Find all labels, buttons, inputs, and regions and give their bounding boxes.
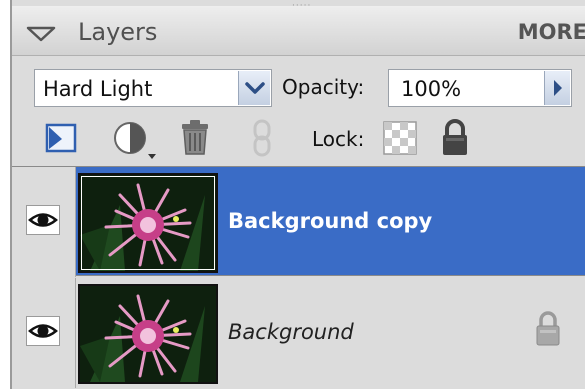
- blend-mode-select[interactable]: Hard Light: [34, 69, 272, 107]
- lock-transparency-icon[interactable]: [382, 120, 418, 156]
- panel-header: Layers MORE: [12, 6, 585, 56]
- eye-icon[interactable]: [26, 316, 60, 346]
- lock-all-icon[interactable]: [440, 118, 470, 158]
- layer-thumbnail[interactable]: [78, 284, 218, 384]
- lock-icon: [536, 311, 560, 346]
- panel-title: Layers: [78, 18, 158, 46]
- delete-layer-icon[interactable]: [178, 118, 212, 158]
- adjustment-layer-icon[interactable]: [110, 120, 158, 162]
- layer-options-bar: Hard Light Opacity: 100% Lock:: [12, 56, 585, 166]
- collapse-triangle-icon[interactable]: [26, 26, 56, 42]
- lock-label: Lock:: [312, 127, 365, 151]
- more-button[interactable]: MORE: [518, 20, 585, 44]
- layer-row-background-copy[interactable]: Background copy: [12, 166, 585, 277]
- layers-panel: ····· Layers MORE Hard Light Opacity: 10…: [10, 0, 585, 389]
- layer-row-background[interactable]: Background: [12, 278, 585, 388]
- chevron-right-icon[interactable]: [544, 71, 570, 105]
- visibility-cell[interactable]: [12, 167, 76, 277]
- opacity-value: 100%: [401, 77, 462, 101]
- layer-name[interactable]: Background copy: [228, 209, 432, 233]
- opacity-field[interactable]: 100%: [388, 69, 572, 107]
- chevron-down-icon[interactable]: [238, 71, 270, 105]
- layer-name[interactable]: Background: [228, 320, 354, 344]
- blend-mode-value: Hard Light: [43, 77, 153, 101]
- eye-icon[interactable]: [26, 205, 60, 235]
- layer-thumbnail[interactable]: [78, 173, 218, 273]
- visibility-cell[interactable]: [12, 278, 76, 388]
- new-layer-icon[interactable]: [44, 122, 80, 156]
- opacity-label: Opacity:: [282, 75, 365, 99]
- link-layers-icon: [253, 119, 271, 157]
- layers-list: Background copy Background: [12, 166, 585, 389]
